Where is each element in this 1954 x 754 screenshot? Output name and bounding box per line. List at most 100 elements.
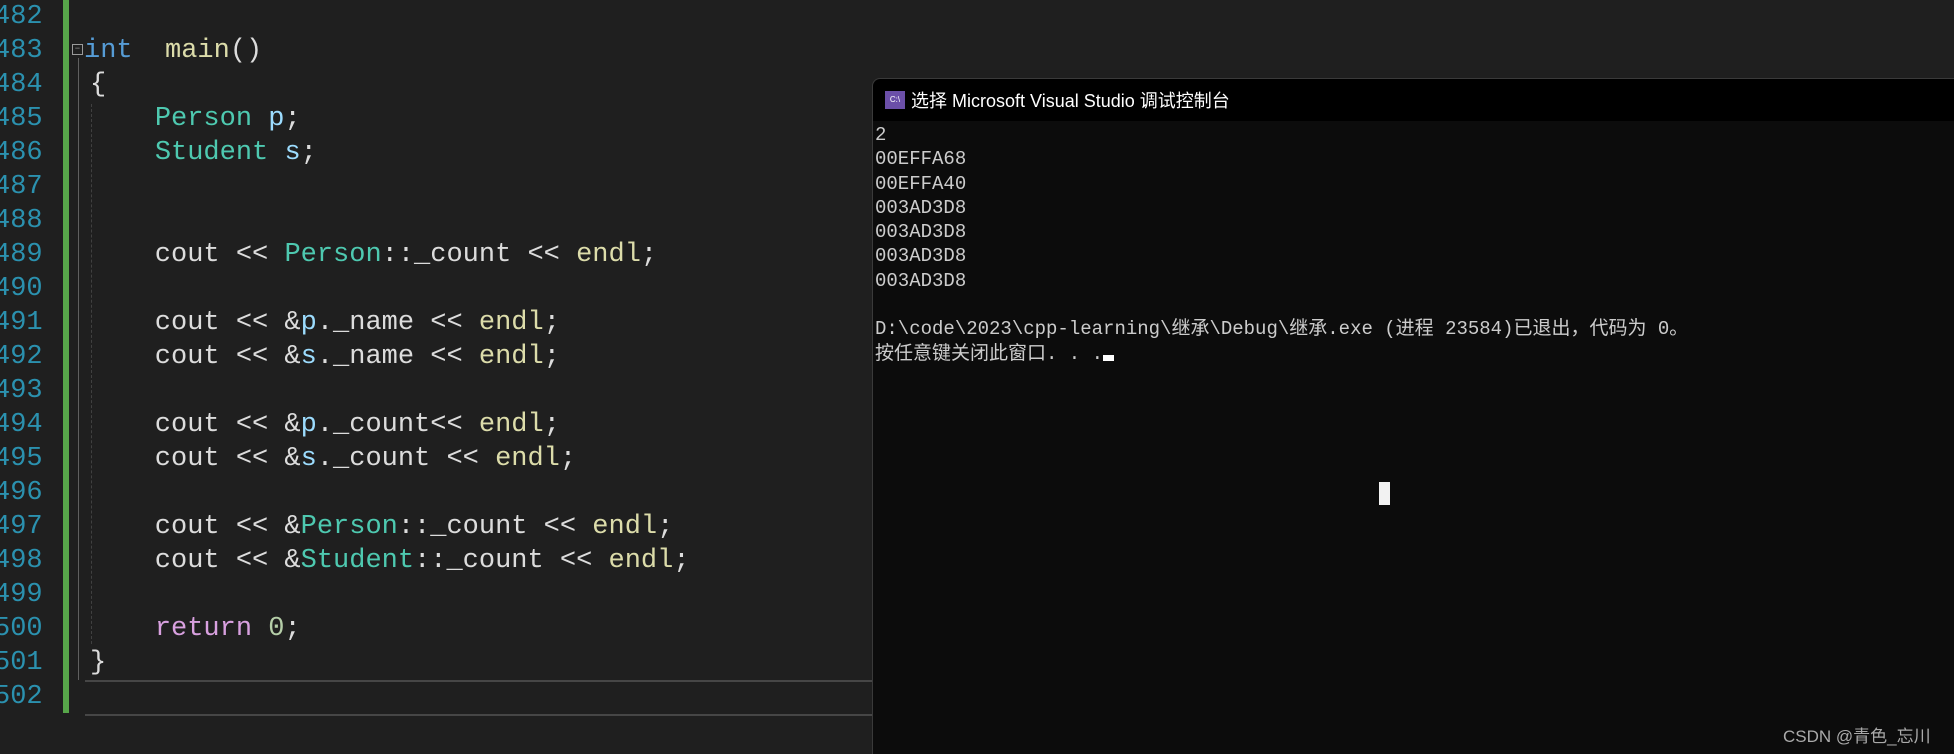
code-token: ::_count << <box>381 240 577 270</box>
code-token: ; <box>300 138 317 168</box>
code-token: s <box>284 138 301 168</box>
console-output: 2 00EFFA68 00EFFA40 003AD3D8 003AD3D8 00… <box>873 121 1954 366</box>
code-token: main <box>165 36 230 66</box>
line-number: 493 <box>0 376 43 406</box>
code-token: ._name << <box>316 342 479 372</box>
code-token: endl <box>592 512 658 542</box>
change-tracking-bar <box>63 0 69 713</box>
collapse-icon[interactable]: − <box>72 44 83 55</box>
code-token: cout << & <box>90 308 301 338</box>
code-line[interactable]: int main() <box>84 34 262 68</box>
line-number: 489 <box>0 240 43 270</box>
code-token: ; <box>543 410 560 440</box>
line-number: 488 <box>0 206 43 236</box>
code-line[interactable]: Student s; <box>90 136 317 170</box>
code-line[interactable]: cout << &Person::_count << endl; <box>90 510 674 544</box>
line-number: 486 <box>0 138 43 168</box>
line-number: 487 <box>0 172 43 202</box>
line-number: 502 <box>0 682 43 712</box>
code-token: Person <box>154 104 253 134</box>
code-token: 0 <box>268 614 285 644</box>
code-line[interactable]: cout << Person::_count << endl; <box>90 238 657 272</box>
code-line[interactable]: cout << &p._count<< endl; <box>90 408 560 442</box>
console-output-text: 2 00EFFA68 00EFFA40 003AD3D8 003AD3D8 00… <box>875 124 1689 365</box>
code-line[interactable]: return 0; <box>90 612 301 646</box>
code-token: endl <box>478 410 544 440</box>
code-token: int <box>84 36 133 66</box>
watermark: CSDN @青色_忘川 <box>1783 727 1931 746</box>
line-number: 492 <box>0 342 43 372</box>
code-token: { <box>90 70 107 100</box>
console-app-icon: C:\ <box>885 91 905 109</box>
mouse-ibeam-cursor <box>1379 482 1390 505</box>
code-token: ::_count << <box>414 546 609 576</box>
code-token: return <box>154 614 253 644</box>
code-token: Student <box>154 138 269 168</box>
line-number: 495 <box>0 444 43 474</box>
console-title: 选择 Microsoft Visual Studio 调试控制台 <box>911 91 1230 111</box>
line-number: 494 <box>0 410 43 440</box>
code-token: ._name << <box>316 308 479 338</box>
code-token: p <box>300 410 317 440</box>
code-token: cout << & <box>90 444 301 474</box>
line-number: 499 <box>0 580 43 610</box>
code-token: endl <box>608 546 674 576</box>
line-number: 491 <box>0 308 43 338</box>
line-number: 500 <box>0 614 43 644</box>
code-token: ._count << <box>316 444 496 474</box>
code-line[interactable]: cout << &s._count << endl; <box>90 442 576 476</box>
line-number: 498 <box>0 546 43 576</box>
code-line[interactable]: Person p; <box>90 102 301 136</box>
code-token: ; <box>543 342 560 372</box>
code-token: cout << & <box>90 342 301 372</box>
current-line-highlight <box>85 680 885 716</box>
code-token: ; <box>284 104 301 134</box>
code-token: ; <box>640 240 658 270</box>
code-token: ; <box>543 308 560 338</box>
code-line[interactable]: { <box>90 68 106 102</box>
code-token: Person <box>300 512 398 542</box>
line-number: 484 <box>0 70 43 100</box>
text-cursor <box>1103 354 1115 361</box>
scope-guide <box>78 58 79 680</box>
line-number: 496 <box>0 478 43 508</box>
code-line[interactable]: cout << &p._name << endl; <box>90 306 560 340</box>
code-line[interactable]: } <box>90 646 106 680</box>
code-token: cout << <box>90 240 285 270</box>
code-token: endl <box>576 240 641 270</box>
code-token: p <box>268 104 285 134</box>
code-token: p <box>300 308 317 338</box>
code-token: () <box>229 36 263 66</box>
code-token: endl <box>495 444 560 474</box>
code-line[interactable]: cout << &Student::_count << endl; <box>90 544 690 578</box>
debug-console-window[interactable]: C:\ 选择 Microsoft Visual Studio 调试控制台 2 0… <box>872 78 1954 754</box>
code-token: endl <box>478 342 544 372</box>
code-token: ; <box>284 614 301 644</box>
code-token: ; <box>657 512 674 542</box>
code-token: cout << & <box>90 410 301 440</box>
line-number: 490 <box>0 274 43 304</box>
code-token: cout << & <box>90 546 301 576</box>
code-token: endl <box>478 308 544 338</box>
code-token: Person <box>284 240 382 270</box>
line-number: 497 <box>0 512 43 542</box>
code-token: ._count<< <box>316 410 479 440</box>
code-token: cout << & <box>90 512 301 542</box>
code-token: ::_count << <box>397 512 593 542</box>
code-token: s <box>300 444 317 474</box>
line-number: 485 <box>0 104 43 134</box>
line-number: 483 <box>0 36 43 66</box>
code-token: s <box>300 342 317 372</box>
line-number: 501 <box>0 648 43 678</box>
line-number: 482 <box>0 2 43 32</box>
code-token: ; <box>559 444 577 474</box>
console-titlebar[interactable]: C:\ 选择 Microsoft Visual Studio 调试控制台 <box>873 79 1954 121</box>
code-line[interactable]: cout << &s._name << endl; <box>90 340 560 374</box>
